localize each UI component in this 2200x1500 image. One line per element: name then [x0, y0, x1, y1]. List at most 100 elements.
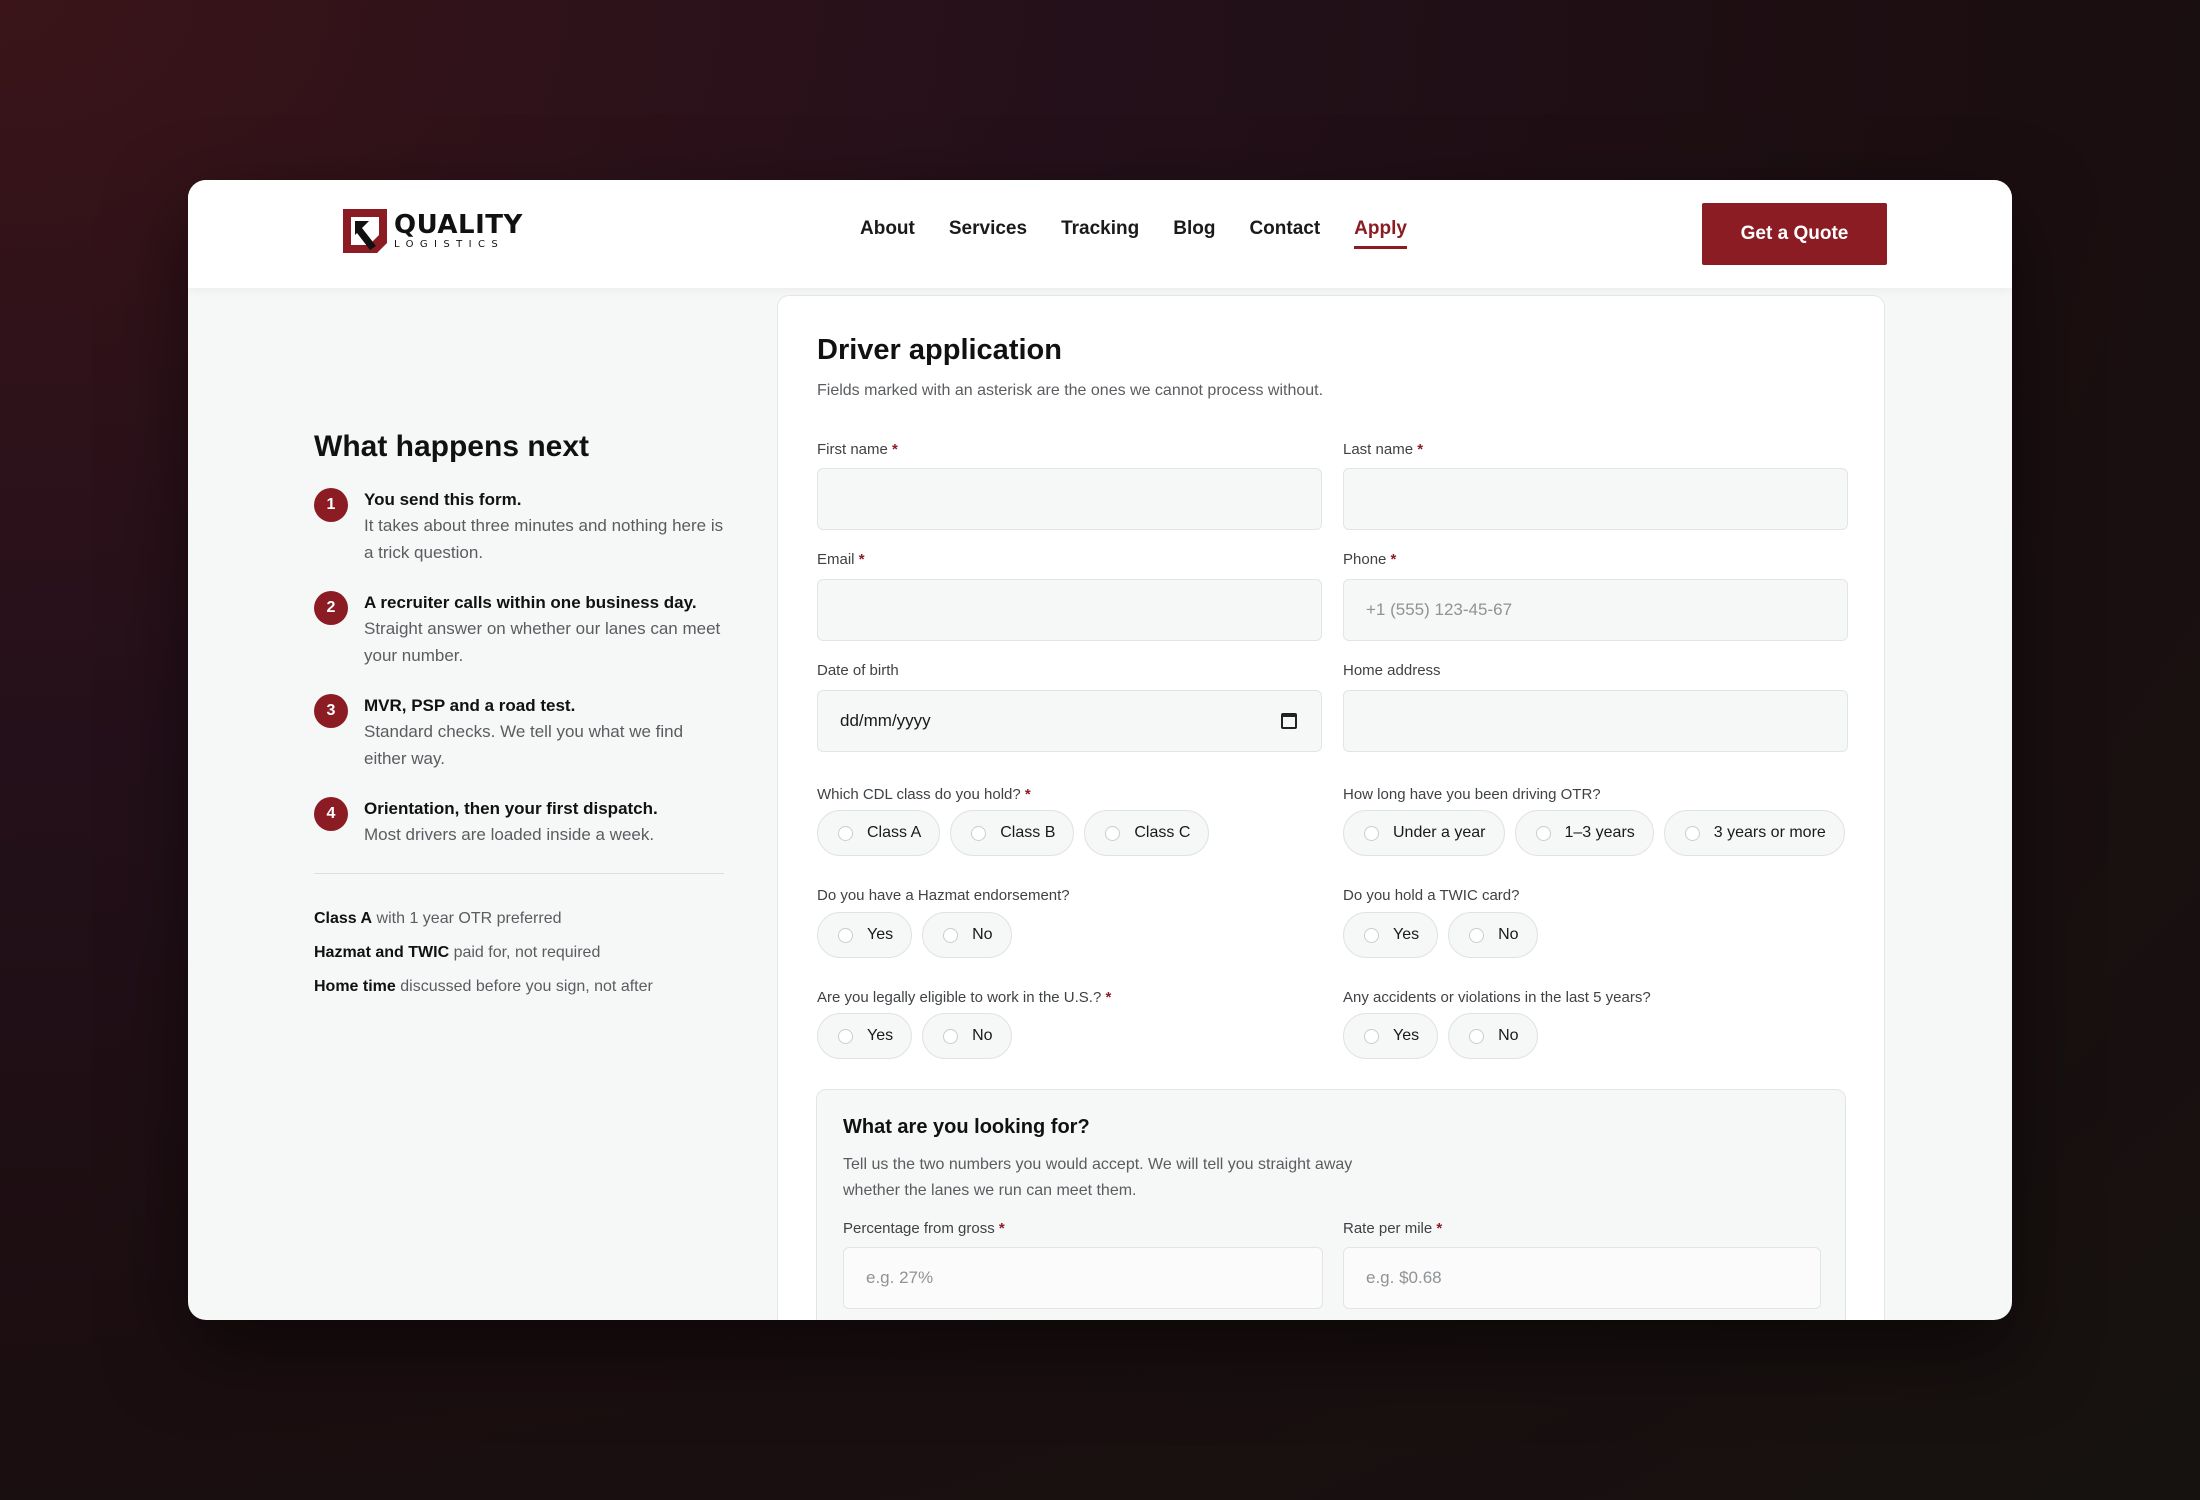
twic-options: Yes No [1343, 912, 1538, 958]
radio-icon [1684, 825, 1700, 841]
step-number-badge: 4 [314, 797, 348, 831]
brand-tagline: LOGISTICS [394, 239, 505, 250]
step-title: Orientation, then your first dispatch. [364, 799, 658, 818]
radio-icon [1364, 825, 1379, 841]
cdl-label: Which CDL class do you hold? * [817, 786, 1031, 803]
hazmat-option-no[interactable]: No [922, 912, 1012, 958]
step-number-badge: 1 [314, 488, 348, 522]
main-nav: About Services Tracking Blog Contact App… [860, 218, 1407, 249]
cdl-option-class-c[interactable]: Class C [1084, 810, 1210, 856]
perk-bold: Home time [314, 978, 396, 995]
dob-value: dd/mm/yyyy [840, 711, 931, 730]
eligible-option-no[interactable]: No [922, 1013, 1012, 1059]
hazmat-label: Do you have a Hazmat endorsement? [817, 887, 1070, 904]
nav-blog[interactable]: Blog [1173, 218, 1215, 249]
perk-item: Hazmat and TWIC paid for, not required [314, 936, 724, 970]
browser-window: QUALITY LOGISTICS About Services Trackin… [188, 180, 2012, 1320]
step-item: 1 You send this form. It takes about thr… [314, 488, 724, 566]
nav-tracking[interactable]: Tracking [1061, 218, 1139, 249]
radio-icon [1364, 1028, 1379, 1044]
step-description: Straight answer on whether our lanes can… [364, 619, 721, 665]
calendar-icon[interactable] [1281, 713, 1297, 729]
step-item: 4 Orientation, then your first dispatch.… [314, 797, 724, 848]
perk-text: with 1 year OTR preferred [372, 910, 562, 927]
percentage-input[interactable]: e.g. 27% [843, 1247, 1323, 1309]
step-item: 3 MVR, PSP and a road test. Standard che… [314, 694, 724, 772]
first-name-input[interactable] [817, 468, 1322, 530]
radio-icon [1469, 1028, 1485, 1044]
perk-item: Home time discussed before you sign, not… [314, 970, 724, 1004]
get-quote-button[interactable]: Get a Quote [1702, 203, 1887, 265]
perk-text: discussed before you sign, not after [395, 978, 653, 995]
perk-text: paid for, not required [449, 944, 601, 961]
cdl-option-class-a[interactable]: Class A [817, 810, 941, 856]
quality-logo-icon [343, 209, 387, 253]
next-steps-sidebar: What happens next 1 You send this form. … [314, 430, 724, 1004]
eligible-label: Are you legally eligible to work in the … [817, 989, 1112, 1006]
step-description: Standard checks. We tell you what we fin… [364, 722, 684, 768]
eligible-options: Yes No [817, 1013, 1012, 1059]
email-label: Email * [817, 551, 865, 568]
address-input[interactable] [1343, 690, 1848, 752]
otr-label: How long have you been driving OTR? [1343, 786, 1601, 803]
nav-apply[interactable]: Apply [1354, 218, 1407, 249]
rate-placeholder: e.g. $0.68 [1366, 1268, 1442, 1287]
radio-icon [1364, 927, 1379, 943]
dob-label: Date of birth [817, 662, 899, 679]
radio-icon [943, 927, 959, 943]
hazmat-option-yes[interactable]: Yes [817, 912, 913, 958]
twic-option-yes[interactable]: Yes [1343, 912, 1439, 958]
first-name-label: First name * [817, 441, 898, 458]
dob-input[interactable]: dd/mm/yyyy [817, 690, 1322, 752]
radio-icon [838, 1028, 853, 1044]
perk-item: Class A with 1 year OTR preferred [314, 902, 724, 936]
radio-icon [838, 927, 853, 943]
site-header: QUALITY LOGISTICS About Services Trackin… [188, 180, 2012, 288]
phone-input[interactable]: +1 (555) 123-45-67 [1343, 579, 1848, 641]
twic-option-no[interactable]: No [1448, 912, 1538, 958]
step-description: Most drivers are loaded inside a week. [364, 825, 655, 844]
otr-option-3-plus-years[interactable]: 3 years or more [1663, 810, 1845, 856]
nav-contact[interactable]: Contact [1249, 218, 1320, 249]
radio-icon [1535, 825, 1551, 841]
nav-services[interactable]: Services [949, 218, 1027, 249]
otr-option-1-3-years[interactable]: 1–3 years [1514, 810, 1654, 856]
phone-placeholder: +1 (555) 123-45-67 [1366, 600, 1513, 619]
phone-label: Phone * [1343, 551, 1397, 568]
last-name-input[interactable] [1343, 468, 1848, 530]
accidents-option-no[interactable]: No [1448, 1013, 1538, 1059]
step-number-badge: 3 [314, 694, 348, 728]
eligible-option-yes[interactable]: Yes [817, 1013, 913, 1059]
rate-input[interactable]: e.g. $0.68 [1343, 1247, 1821, 1309]
percentage-placeholder: e.g. 27% [866, 1268, 934, 1287]
otr-option-under-year[interactable]: Under a year [1343, 810, 1505, 856]
accidents-label: Any accidents or violations in the last … [1343, 989, 1651, 1006]
email-input[interactable] [817, 579, 1322, 641]
perk-bold: Class A [314, 910, 373, 927]
step-title: You send this form. [364, 490, 522, 509]
twic-label: Do you hold a TWIC card? [1343, 887, 1520, 904]
radio-icon [943, 1028, 959, 1044]
rate-label: Rate per mile * [1343, 1220, 1443, 1237]
radio-icon [838, 825, 853, 841]
step-title: A recruiter calls within one business da… [364, 593, 697, 612]
accidents-option-yes[interactable]: Yes [1343, 1013, 1439, 1059]
looking-title: What are you looking for? [843, 1116, 1090, 1138]
address-label: Home address [1343, 662, 1441, 679]
form-title: Driver application [817, 334, 1062, 366]
cdl-option-class-b[interactable]: Class B [950, 810, 1075, 856]
radio-icon [971, 825, 987, 841]
nav-about[interactable]: About [860, 218, 915, 249]
step-description: It takes about three minutes and nothing… [364, 516, 724, 562]
otr-options: Under a year 1–3 years 3 years or more [1343, 810, 1845, 856]
step-title: MVR, PSP and a road test. [364, 696, 576, 715]
accidents-options: Yes No [1343, 1013, 1538, 1059]
hazmat-options: Yes No [817, 912, 1012, 958]
last-name-label: Last name * [1343, 441, 1424, 458]
step-number-badge: 2 [314, 591, 348, 625]
sidebar-divider [314, 873, 724, 874]
radio-icon [1105, 825, 1121, 841]
brand-logo[interactable]: QUALITY LOGISTICS [340, 206, 522, 256]
looking-for-panel: What are you looking for? Tell us the tw… [816, 1089, 1846, 1320]
step-item: 2 A recruiter calls within one business … [314, 591, 724, 669]
